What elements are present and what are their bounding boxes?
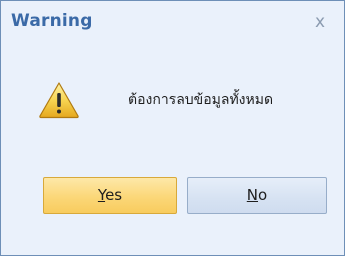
warning-icon bbox=[38, 81, 80, 119]
close-button[interactable]: x bbox=[310, 12, 330, 32]
yes-button[interactable]: Yes bbox=[43, 177, 177, 214]
no-mnemonic: N bbox=[246, 186, 259, 204]
warning-dialog: Warning x ต้องการลบข้อมูลทั้งหมด Yes No bbox=[0, 0, 345, 256]
dialog-message: ต้องการลบข้อมูลทั้งหมด bbox=[128, 92, 274, 108]
no-label-rest: o bbox=[258, 186, 268, 204]
no-button[interactable]: No bbox=[187, 177, 327, 214]
dialog-titlebar: Warning x bbox=[1, 1, 344, 45]
yes-mnemonic: Y bbox=[97, 186, 106, 204]
dialog-title: Warning bbox=[11, 11, 93, 31]
yes-label-rest: es bbox=[105, 186, 123, 204]
